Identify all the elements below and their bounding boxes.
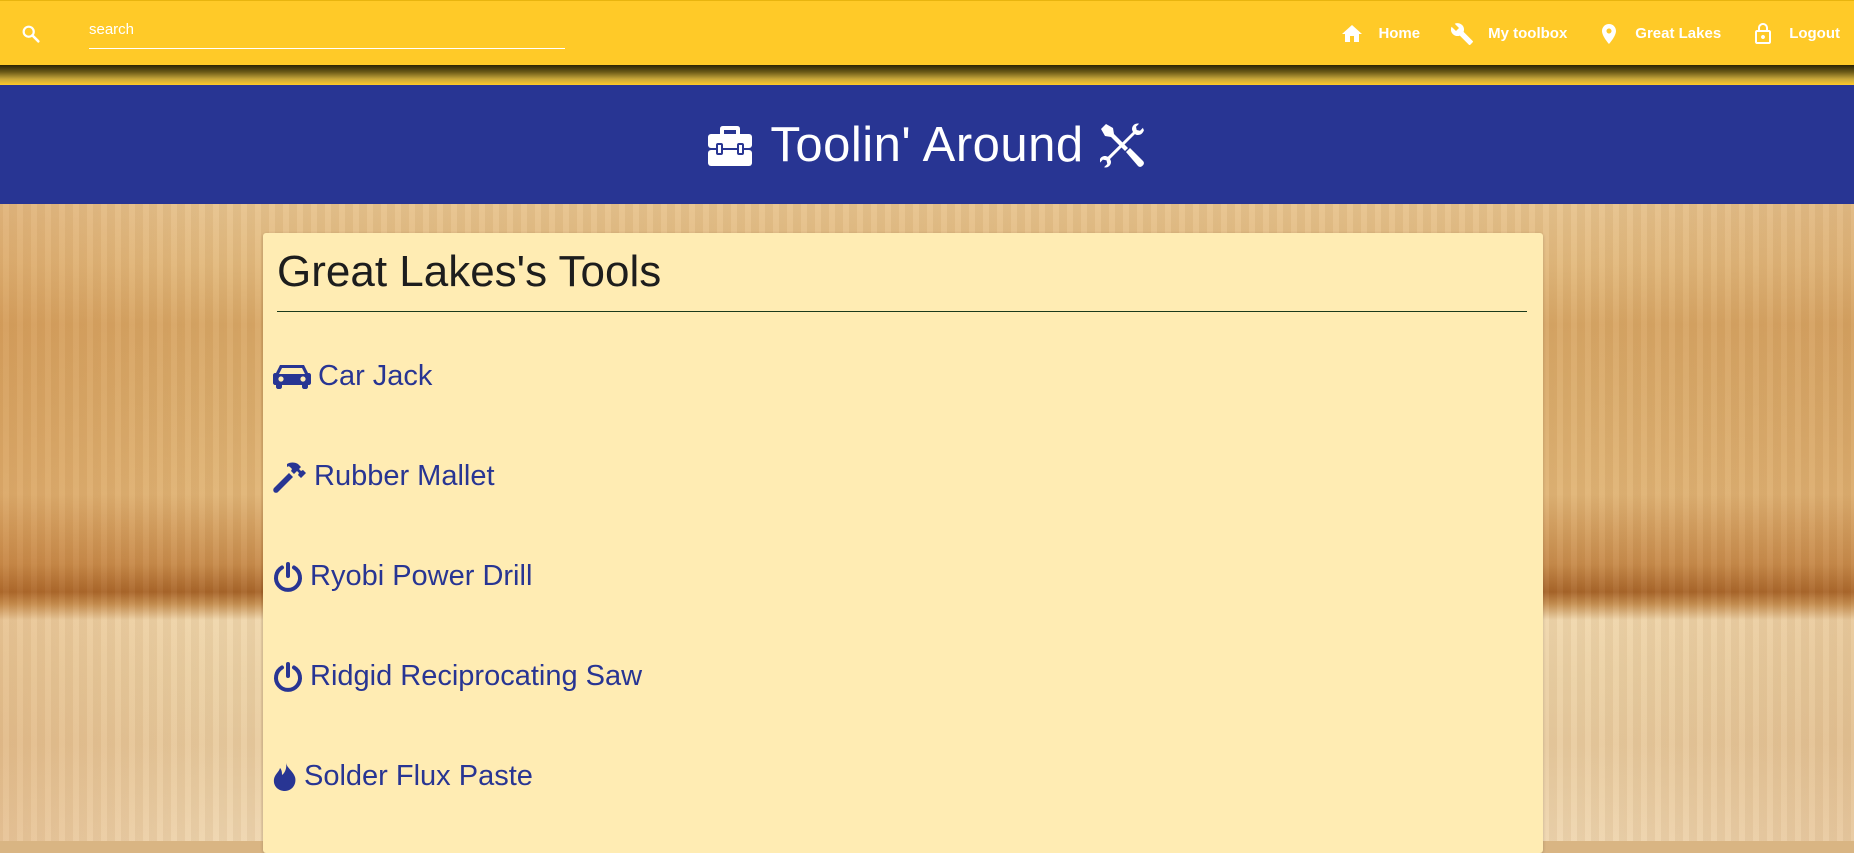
- site-title: Toolin' Around: [770, 117, 1084, 172]
- tool-label: Ridgid Reciprocating Saw: [310, 660, 643, 692]
- nav-logout-label: Logout: [1789, 25, 1840, 42]
- home-icon: [1342, 24, 1363, 42]
- nav-great-lakes-link[interactable]: Great Lakes: [1597, 22, 1721, 46]
- nav-my-toolbox-label: My toolbox: [1488, 25, 1568, 42]
- title-divider: [277, 311, 1527, 312]
- nav-logout-link[interactable]: Logout: [1751, 22, 1840, 46]
- tool-label: Rubber Mallet: [314, 460, 495, 492]
- fire-icon: [273, 762, 297, 792]
- page-title: Great Lakes's Tools: [277, 247, 662, 296]
- tool-label: Solder Flux Paste: [304, 760, 533, 792]
- power-icon: [273, 661, 303, 692]
- tool-link-solder-flux-paste[interactable]: Solder Flux Paste: [273, 760, 533, 793]
- tool-label: Ryobi Power Drill: [310, 560, 533, 592]
- wrench-icon: [1451, 22, 1474, 45]
- nav-great-lakes-label: Great Lakes: [1635, 25, 1722, 42]
- toolbox-icon: [708, 125, 753, 166]
- tool-link-ryobi-power-drill[interactable]: Ryobi Power Drill: [273, 560, 532, 593]
- tool-link-rubber-mallet[interactable]: Rubber Mallet: [273, 460, 495, 493]
- location-pin-icon: [1602, 23, 1617, 44]
- top-bar-shadow: [0, 65, 1854, 85]
- nav-my-toolbox-link[interactable]: My toolbox: [1450, 22, 1567, 46]
- banner-content: Toolin' Around: [706, 117, 1147, 173]
- main-nav: Home My toolbox Great Lakes Logout: [1340, 1, 1854, 66]
- tool-link-car-jack[interactable]: Car Jack: [273, 360, 432, 393]
- search-icon[interactable]: [20, 23, 42, 45]
- search-input[interactable]: [89, 11, 565, 49]
- tools-card: Great Lakes's Tools Car Jack Rubber Mall…: [263, 233, 1543, 853]
- power-icon: [273, 561, 303, 592]
- tools-icon: [1099, 123, 1144, 167]
- hammer-icon: [273, 461, 307, 493]
- site-banner: Toolin' Around: [0, 85, 1854, 204]
- car-icon: [273, 363, 311, 390]
- tool-label: Car Jack: [318, 360, 433, 392]
- nav-home-label: Home: [1378, 25, 1421, 42]
- nav-home-link[interactable]: Home: [1340, 22, 1420, 46]
- top-app-bar: Home My toolbox Great Lakes Logout: [0, 0, 1854, 65]
- tool-link-ridgid-reciprocating-saw[interactable]: Ridgid Reciprocating Saw: [273, 660, 642, 693]
- lock-icon: [1755, 22, 1772, 44]
